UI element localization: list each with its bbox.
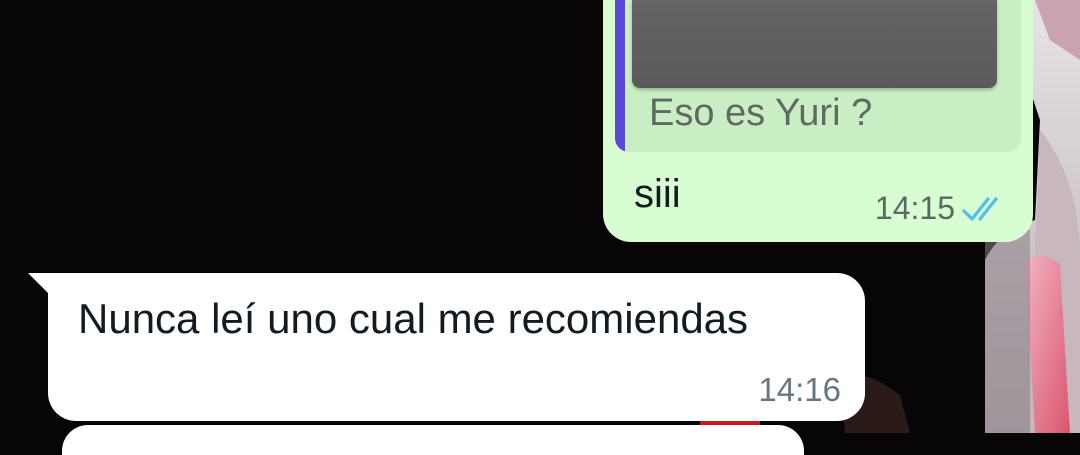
quote-accent-bar [615, 0, 625, 152]
quoted-image-thumbnail [632, 0, 997, 88]
quoted-message-text: Eso es Yuri ? [649, 92, 873, 134]
double-check-read-icon [962, 196, 998, 221]
outgoing-message-text: siii [634, 172, 681, 216]
incoming-message-bubble[interactable]: Nunca leí uno cual me recomiendas 14:16 [48, 273, 865, 421]
outgoing-message-bubble[interactable]: Eso es Yuri ? siii 14:15 [603, 0, 1033, 242]
incoming-message-time: 14:16 [758, 371, 841, 408]
outgoing-message-time: 14:15 [874, 190, 955, 226]
quoted-message[interactable]: Eso es Yuri ? [615, 0, 1021, 152]
outgoing-message-meta: 14:15 [875, 190, 1007, 227]
next-message-bubble-edge[interactable] [62, 425, 804, 455]
incoming-message-text: Nunca leí uno cual me recomiendas [78, 295, 749, 342]
